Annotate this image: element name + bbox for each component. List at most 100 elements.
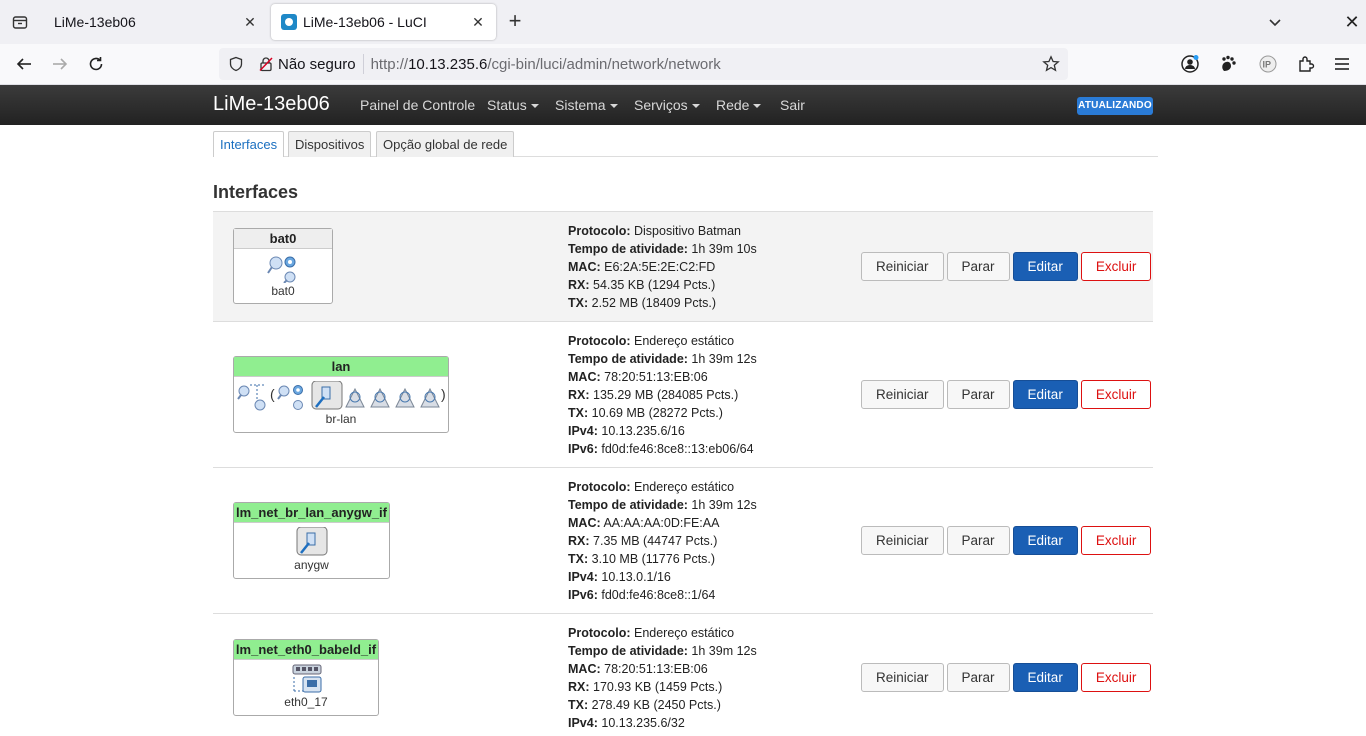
menu-painel[interactable]: Painel de Controle	[360, 97, 475, 113]
uptime-label: Tempo de atividade:	[568, 242, 688, 256]
shield-icon[interactable]	[228, 56, 244, 72]
mac-line: MAC: AA:AA:AA:0D:FE:AA	[568, 514, 757, 532]
url-text[interactable]: http://10.13.235.6/cgi-bin/luci/admin/ne…	[371, 56, 1042, 73]
stop-button[interactable]: Parar	[946, 380, 1010, 409]
chevron-down-icon[interactable]	[1265, 12, 1285, 32]
extensions-puzzle-icon[interactable]	[1296, 54, 1316, 74]
uptime-line: Tempo de atividade: 1h 39m 12s	[568, 496, 757, 514]
restart-button[interactable]: Reiniciar	[861, 526, 944, 555]
ip-address-icon[interactable]: IP	[1258, 54, 1278, 74]
menu-sair[interactable]: Sair	[780, 97, 805, 113]
protocol-line: Protocolo: Dispositivo Batman	[568, 222, 757, 240]
stop-button[interactable]: Parar	[946, 663, 1010, 692]
ipv4-line: IPv4: 10.13.0.1/16	[568, 568, 757, 586]
protocol-line: Protocolo: Endereço estático	[568, 478, 757, 496]
close-tab-icon[interactable]: ✕	[470, 14, 486, 30]
luci-header: LiMe-13eb06 Painel de Controle Status Si…	[0, 85, 1366, 125]
mac-line: MAC: 78:20:51:13:EB:06	[568, 660, 757, 678]
device-icons	[234, 253, 332, 283]
url-bar[interactable]: Não seguro http://10.13.235.6/cgi-bin/lu…	[219, 48, 1068, 80]
ipv6-value: fd0d:fe46:8ce8::1/64	[601, 588, 716, 602]
protocol-line: Protocolo: Endereço estático	[568, 332, 757, 350]
protocol-line: Protocolo: Endereço estático	[568, 624, 757, 642]
brand-link[interactable]: LiMe-13eb06	[213, 93, 330, 116]
edit-button[interactable]: Editar	[1012, 252, 1078, 281]
url-prefix: http://	[370, 55, 409, 73]
menu-sistema[interactable]: Sistema	[555, 97, 618, 113]
ipv6-value: fd0d:fe46:8ce8::13:eb06/64	[601, 442, 754, 456]
forward-arrow-icon[interactable]	[48, 52, 72, 76]
ipv4-line: IPv4: 10.13.235.6/16	[568, 422, 757, 440]
rx-line: RX: 7.35 MB (44747 Pcts.)	[568, 532, 757, 550]
row-actions: Reiniciar Parar Editar Excluir	[861, 663, 1154, 692]
tab-interfaces[interactable]: Interfaces	[213, 131, 285, 157]
ipv4-line: IPv4: 10.13.235.6/32	[568, 714, 757, 732]
protocol-value: Dispositivo Batman	[633, 224, 741, 238]
hamburger-menu-icon[interactable]	[1332, 54, 1352, 74]
tx-value: 10.69 MB (28272 Pcts.)	[591, 406, 723, 420]
menu-rede[interactable]: Rede	[716, 97, 762, 113]
edit-button[interactable]: Editar	[1012, 663, 1078, 692]
ipv6-line: IPv6: fd0d:fe46:8ce8::13:eb06/64	[568, 440, 757, 458]
gnome-extension-icon[interactable]	[1218, 54, 1238, 74]
tx-value: 278.49 KB (2450 Pcts.)	[591, 698, 721, 712]
delete-button[interactable]: Excluir	[1080, 663, 1152, 692]
delete-button[interactable]: Excluir	[1080, 526, 1152, 555]
mac-value: E6:2A:5E:2E:C2:FD	[604, 260, 716, 274]
row-actions: Reiniciar Parar Editar Excluir	[861, 526, 1154, 555]
menu-status[interactable]: Status	[487, 97, 539, 113]
protocol-value: Endereço estático	[633, 626, 735, 640]
interface-badge[interactable]: lm_net_br_lan_anygw_if anygw	[233, 502, 390, 579]
mac-value: AA:AA:AA:0D:FE:AA	[603, 516, 720, 530]
tab-opcao-global[interactable]: Opção global de rede	[376, 131, 515, 157]
uptime-value: 1h 39m 12s	[691, 352, 757, 366]
browser-nav-bar: Não seguro http://10.13.235.6/cgi-bin/lu…	[0, 44, 1366, 85]
rx-value: 7.35 MB (44747 Pcts.)	[593, 534, 718, 548]
uptime-line: Tempo de atividade: 1h 39m 10s	[568, 240, 757, 258]
stop-button[interactable]: Parar	[946, 252, 1010, 281]
interface-badge[interactable]: lan ( ) br-lan	[233, 356, 449, 433]
svg-text:IP: IP	[1263, 60, 1272, 70]
uptime-label: Tempo de atividade:	[568, 352, 688, 366]
close-tab-icon[interactable]: ✕	[242, 14, 258, 30]
rx-label: RX:	[568, 278, 590, 292]
delete-button[interactable]: Excluir	[1080, 252, 1152, 281]
ipv6-label: IPv6:	[568, 588, 598, 602]
mac-value: 78:20:51:13:EB:06	[604, 370, 708, 384]
device-name: bat0	[271, 284, 295, 298]
interface-badge[interactable]: lm_net_eth0_babeld_if eth0_17	[233, 639, 379, 716]
delete-button[interactable]: Excluir	[1080, 380, 1152, 409]
reload-icon[interactable]	[84, 52, 108, 76]
edit-button[interactable]: Editar	[1012, 380, 1078, 409]
bookmark-star-icon[interactable]	[1042, 55, 1060, 73]
interface-info: Protocolo: Dispositivo Batman Tempo de a…	[568, 222, 757, 312]
insecure-lock-icon[interactable]	[258, 56, 274, 72]
interface-name: lm_net_eth0_babeld_if	[234, 640, 378, 660]
window-close-icon[interactable]: ✕	[1342, 12, 1362, 32]
new-tab-icon[interactable]: +	[503, 10, 527, 34]
stop-button[interactable]: Parar	[946, 526, 1010, 555]
account-icon[interactable]	[1180, 54, 1200, 74]
interface-badge[interactable]: bat0 bat0	[233, 228, 333, 304]
rx-label: RX:	[568, 388, 590, 402]
mac-label: MAC:	[568, 370, 601, 384]
browser-tab[interactable]: LiMe-13eb06 ✕	[44, 4, 268, 40]
browser-tab-active[interactable]: LiMe-13eb06 - LuCI ✕	[271, 4, 496, 40]
interface-row: bat0 bat0 Protocolo: Dispositivo Batman …	[213, 211, 1153, 321]
back-arrow-icon[interactable]	[12, 52, 36, 76]
protocol-label: Protocolo:	[568, 626, 631, 640]
device-icons: ( )	[234, 381, 448, 411]
tab-dispositivos[interactable]: Dispositivos	[288, 131, 372, 157]
edit-button[interactable]: Editar	[1012, 526, 1078, 555]
menu-servicos[interactable]: Serviços	[634, 97, 700, 113]
uptime-label: Tempo de atividade:	[568, 498, 688, 512]
uptime-value: 1h 39m 12s	[691, 644, 757, 658]
protocol-value: Endereço estático	[633, 334, 735, 348]
tab-list-icon[interactable]	[8, 10, 32, 34]
restart-button[interactable]: Reiniciar	[861, 380, 944, 409]
rx-label: RX:	[568, 680, 590, 694]
security-label[interactable]: Não seguro	[278, 56, 356, 73]
restart-button[interactable]: Reiniciar	[861, 252, 944, 281]
restart-button[interactable]: Reiniciar	[861, 663, 944, 692]
protocol-label: Protocolo:	[568, 224, 631, 238]
